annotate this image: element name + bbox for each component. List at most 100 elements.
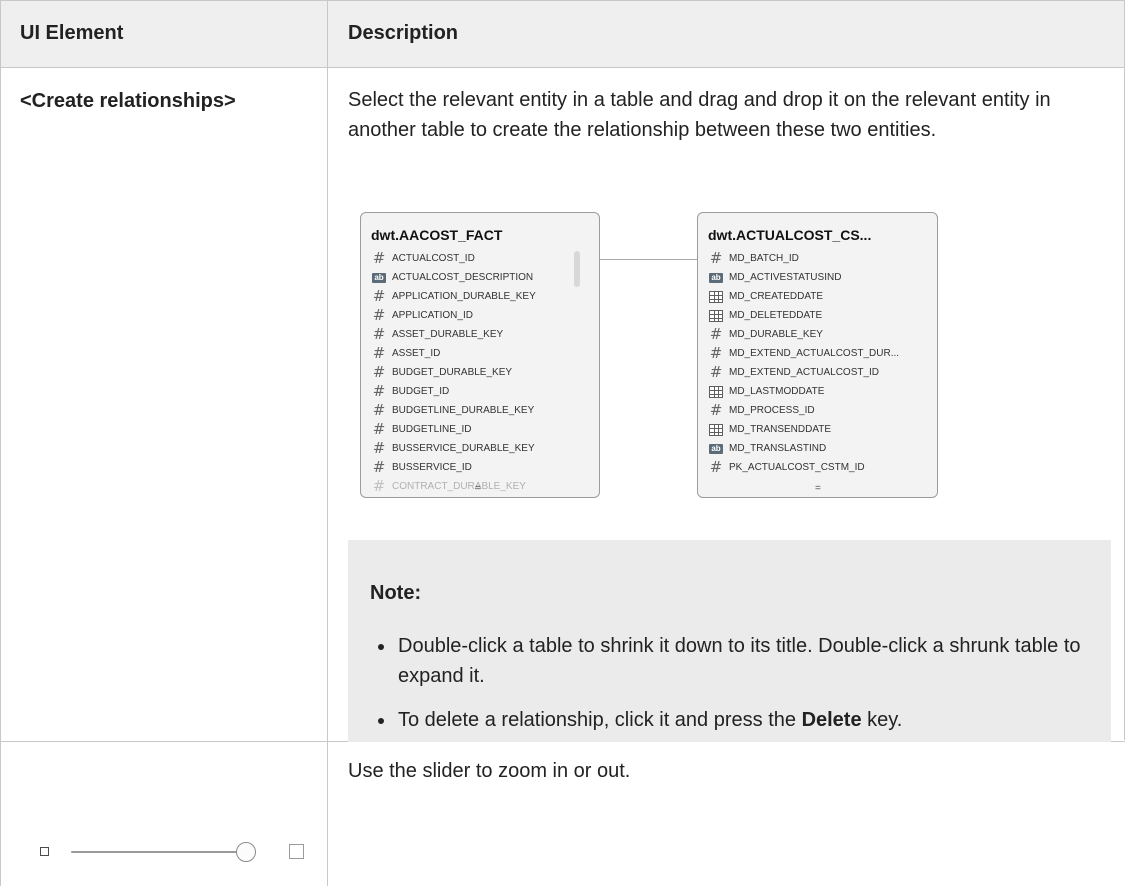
column-name: ACTUALCOST_DESCRIPTION [392, 272, 534, 283]
resize-grip[interactable]: = [815, 483, 821, 494]
table-row[interactable]: # APPLICATION_ID [371, 306, 536, 325]
table-row[interactable]: # MD_BATCH_ID [708, 249, 899, 268]
bullet-icon [378, 718, 384, 724]
column-name: PK_ACTUALCOST_CSTM_ID [729, 462, 865, 473]
column-name: MD_EXTEND_ACTUALCOST_ID [729, 367, 880, 378]
table-row[interactable]: # CONTRACT_DURABLE_KEY [371, 477, 536, 496]
slider-track[interactable] [71, 851, 239, 853]
column-name: ACTUALCOST_ID [392, 253, 475, 264]
table-row[interactable]: MD_LASTMODDATE [708, 382, 899, 401]
number-icon: # [372, 458, 386, 476]
entity-title: dwt.ACTUALCOST_CS... [708, 227, 872, 243]
date-icon [708, 309, 724, 323]
note-text: To delete a relationship, click it and p… [398, 709, 802, 731]
row-description: Use the slider to zoom in or out. [348, 760, 631, 782]
column-divider [327, 0, 328, 886]
list-item: Double-click a table to shrink it down t… [370, 631, 1090, 691]
number-icon: # [709, 363, 723, 381]
zoom-in-icon [289, 844, 304, 859]
zoom-slider[interactable] [40, 840, 305, 864]
column-name: ASSET_ID [392, 348, 441, 359]
table-row[interactable]: ab MD_ACTIVESTATUSIND [708, 268, 899, 287]
column-list: # MD_BATCH_IDab MD_ACTIVESTATUSIND MD_CREAT… [708, 249, 899, 477]
table-row[interactable]: # BUDGET_ID [371, 382, 536, 401]
text-icon: ab [708, 271, 724, 285]
entity-table-aacost-fact[interactable]: dwt.AACOST_FACT # ACTUALCOST_IDab ACTUALCO… [360, 212, 600, 498]
table-row[interactable]: MD_CREATEDDATE [708, 287, 899, 306]
note-text: Double-click a table to shrink it down t… [398, 635, 1081, 687]
relationship-line[interactable] [600, 259, 697, 260]
header-divider [0, 67, 1125, 68]
column-list: # ACTUALCOST_ID ab ACTUALCOST_DESCRIPTION # A… [371, 249, 536, 496]
date-icon [708, 423, 724, 437]
table-row[interactable]: # PK_ACTUALCOST_CSTM_ID [708, 458, 899, 477]
header-description: Description [348, 22, 459, 44]
column-name: BUDGETLINE_ID [392, 424, 472, 435]
table-row[interactable]: ab MD_TRANSLASTIND [708, 439, 899, 458]
table-row[interactable]: # BUDGET_DURABLE_KEY [371, 363, 536, 382]
row-description: Select the relevant entity in a table an… [348, 89, 1051, 141]
table-row[interactable]: MD_DELETEDDATE [708, 306, 899, 325]
header-ui-element: UI Element [20, 22, 124, 44]
column-name: MD_EXTEND_ACTUALCOST_DUR... [729, 348, 900, 359]
date-icon [708, 290, 724, 304]
number-icon: # [372, 477, 386, 495]
number-icon: # [372, 363, 386, 381]
table-row[interactable]: # ACTUALCOST_ID [371, 249, 536, 268]
column-name: MD_DURABLE_KEY [729, 329, 823, 340]
slider-thumb[interactable] [236, 842, 256, 862]
number-icon: # [372, 287, 386, 305]
column-name: BUDGETLINE_DURABLE_KEY [392, 405, 535, 416]
table-row[interactable]: # MD_EXTEND_ACTUALCOST_ID [708, 363, 899, 382]
number-icon: # [372, 382, 386, 400]
column-name: MD_PROCESS_ID [729, 405, 815, 416]
table-row[interactable]: ab ACTUALCOST_DESCRIPTION [371, 268, 536, 287]
number-icon: # [372, 344, 386, 362]
scrollbar[interactable] [574, 251, 580, 287]
column-name: BUSSERVICE_DURABLE_KEY [392, 443, 535, 454]
table-row[interactable]: # MD_EXTEND_ACTUALCOST_DUR... [708, 344, 899, 363]
number-icon: # [372, 306, 386, 324]
number-icon: # [372, 420, 386, 438]
zoom-out-icon [40, 847, 49, 856]
resize-grip[interactable]: = [475, 483, 481, 494]
table-row[interactable]: MD_TRANSENDDATE [708, 420, 899, 439]
note-list: Double-click a table to shrink it down t… [370, 631, 1090, 749]
number-icon: # [709, 249, 723, 267]
number-icon: # [709, 344, 723, 362]
text-icon: ab [371, 271, 387, 285]
left-border [0, 0, 1, 886]
table-header-row: UI Element Description [0, 0, 1125, 68]
entity-title: dwt.AACOST_FACT [371, 227, 503, 243]
column-name: CONTRACT_DURABLE_KEY [392, 481, 526, 492]
number-icon: # [709, 458, 723, 476]
delete-key-name: Delete [801, 709, 862, 731]
table-row[interactable]: # ASSET_DURABLE_KEY [371, 325, 536, 344]
list-item: To delete a relationship, click it and p… [370, 705, 1090, 735]
number-icon: # [372, 325, 386, 343]
number-icon: # [372, 439, 386, 457]
column-name: ASSET_DURABLE_KEY [392, 329, 504, 340]
table-row[interactable]: # ASSET_ID [371, 344, 536, 363]
entity-table-actualcost-cs[interactable]: dwt.ACTUALCOST_CS... # MD_BATCH_IDab MD_AC… [697, 212, 938, 498]
ui-element-name: <Create relationships> [20, 90, 236, 112]
table-row[interactable]: # BUSSERVICE_ID [371, 458, 536, 477]
column-name: MD_BATCH_ID [729, 253, 799, 264]
number-icon: # [372, 401, 386, 419]
column-name: MD_CREATEDDATE [729, 291, 824, 302]
note-title: Note: [370, 582, 422, 604]
table-row[interactable]: # BUSSERVICE_DURABLE_KEY [371, 439, 536, 458]
column-name: APPLICATION_ID [392, 310, 473, 321]
number-icon: # [372, 249, 386, 267]
table-row[interactable]: # BUDGETLINE_DURABLE_KEY [371, 401, 536, 420]
column-name: MD_ACTIVESTATUSIND [729, 272, 842, 283]
number-icon: # [709, 401, 723, 419]
table-row[interactable]: # MD_DURABLE_KEY [708, 325, 899, 344]
column-name: MD_LASTMODDATE [729, 386, 825, 397]
bullet-icon [378, 644, 384, 650]
table-row[interactable]: # BUDGETLINE_ID [371, 420, 536, 439]
text-icon: ab [708, 442, 724, 456]
column-name: BUSSERVICE_ID [392, 462, 472, 473]
table-row[interactable]: # APPLICATION_DURABLE_KEY [371, 287, 536, 306]
table-row[interactable]: # MD_PROCESS_ID [708, 401, 899, 420]
